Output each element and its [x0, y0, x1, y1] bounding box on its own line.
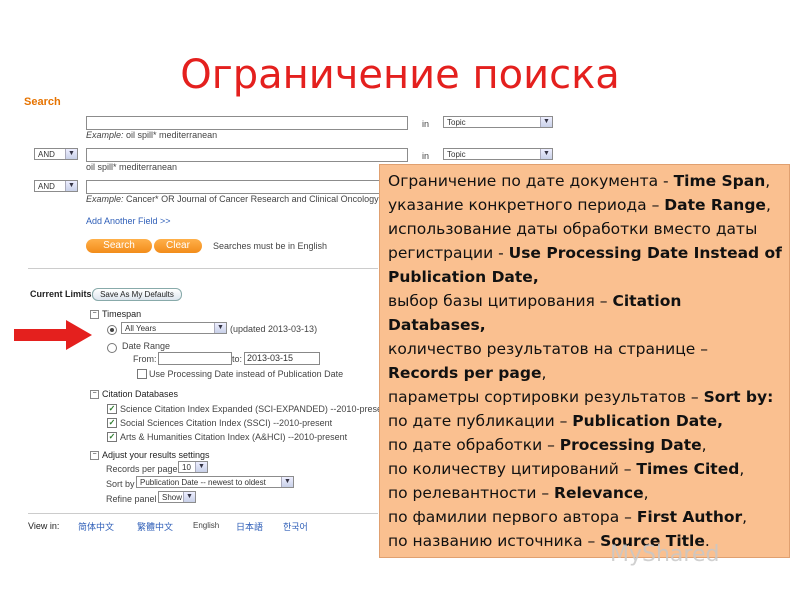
chevron-down-icon: ▼ — [195, 462, 207, 472]
citation-db-heading[interactable]: − Citation Databases — [90, 389, 178, 400]
search-button[interactable]: Search — [86, 239, 152, 253]
explanation-callout: Ограничение по дате документа - Time Spa… — [379, 164, 790, 558]
operator-select-2[interactable]: AND ▼ — [34, 148, 78, 160]
callout-line: по количеству цитирований – Times Cited, — [388, 460, 745, 478]
timespan-heading[interactable]: − Timespan — [90, 309, 141, 320]
view-in-label: View in: — [28, 521, 60, 531]
field-select-2[interactable]: Topic ▼ — [443, 148, 553, 160]
refine-label: Refine panel — [106, 494, 157, 504]
lang-link-ja[interactable]: 日本語 — [236, 520, 263, 533]
chevron-down-icon: ▼ — [540, 149, 552, 159]
refine-select[interactable]: Show ▼ — [158, 491, 196, 503]
slide-title: Ограничение поиска — [180, 52, 620, 98]
callout-line: параметры сортировки результатов – Sort … — [388, 388, 774, 406]
db-label-sci: Science Citation Index Expanded (SCI-EXP… — [120, 404, 390, 414]
chevron-down-icon: ▼ — [281, 477, 293, 487]
in-label-1: in — [422, 119, 430, 129]
lang-link-en[interactable]: English — [193, 521, 219, 530]
search-input-2[interactable] — [86, 148, 408, 162]
db-checkbox-sci[interactable]: ✓ — [107, 404, 117, 414]
lang-link-ko[interactable]: 한국어 — [283, 520, 308, 533]
to-label: to: — [232, 354, 243, 364]
processing-date-label: Use Processing Date instead of Publicati… — [149, 369, 344, 379]
collapse-icon[interactable]: − — [90, 390, 99, 400]
chevron-down-icon: ▼ — [65, 181, 77, 191]
lang-link-zh-hant[interactable]: 繁體中文 — [137, 520, 173, 533]
field-select-1[interactable]: Topic ▼ — [443, 116, 553, 128]
search-input-1[interactable] — [86, 116, 408, 130]
collapse-icon[interactable]: − — [90, 451, 99, 461]
chevron-down-icon: ▼ — [540, 117, 552, 127]
callout-line: по дате публикации – Publication Date, — [388, 412, 723, 430]
callout-line: по фамилии первого автора – First Author… — [388, 508, 748, 526]
callout-line: Publication Date, — [388, 268, 539, 286]
to-date-input[interactable]: 2013-03-15 — [244, 352, 320, 365]
collapse-icon[interactable]: − — [90, 310, 99, 320]
search-hint-1: Example: oil spill* mediterranean — [86, 130, 218, 140]
save-defaults-button[interactable]: Save As My Defaults — [92, 288, 182, 301]
add-field-link[interactable]: Add Another Field >> — [86, 216, 171, 226]
callout-line: регистрации - Use Processing Date Instea… — [388, 244, 782, 262]
watermark-logo: MyShared — [610, 542, 720, 567]
search-hint-2: oil spill* mediterranean — [86, 162, 178, 172]
callout-line: по дате обработки – Processing Date, — [388, 436, 707, 454]
search-hint-3: Example: Cancer* OR Journal of Cancer Re… — [86, 194, 379, 204]
records-select[interactable]: 10 ▼ — [178, 461, 208, 473]
records-label: Records per page — [106, 464, 178, 474]
callout-line: по названию источника – Source Title. — [388, 532, 710, 550]
english-note: Searches must be in English — [213, 241, 328, 251]
processing-date-checkbox[interactable] — [137, 369, 147, 379]
red-arrow-icon — [14, 320, 92, 350]
search-input-3[interactable] — [86, 180, 380, 194]
db-checkbox-ssci[interactable]: ✓ — [107, 418, 117, 428]
chevron-down-icon: ▼ — [183, 492, 195, 502]
date-range-radio[interactable] — [107, 343, 117, 353]
date-range-label: Date Range — [122, 341, 171, 351]
callout-line: выбор базы цитирования – Citation — [388, 292, 682, 310]
divider — [28, 513, 378, 514]
callout-line: указание конкретного периода – Date Rang… — [388, 196, 771, 214]
from-label: From: — [133, 354, 157, 364]
updated-note: (updated 2013-03-13) — [230, 324, 318, 334]
db-label-ssci: Social Sciences Citation Index (SSCI) --… — [120, 418, 333, 428]
adjust-settings-heading[interactable]: − Adjust your results settings — [90, 450, 210, 461]
current-limits-label: Current Limits: — [30, 289, 95, 299]
lang-link-zh-hans[interactable]: 简体中文 — [78, 520, 114, 533]
search-heading: Search — [24, 96, 61, 108]
db-label-ahci: Arts & Humanities Citation Index (A&HCI)… — [120, 432, 348, 442]
sort-label: Sort by — [106, 479, 135, 489]
operator-select-3[interactable]: AND ▼ — [34, 180, 78, 192]
divider — [28, 268, 378, 269]
db-checkbox-ahci[interactable]: ✓ — [107, 432, 117, 442]
callout-line: Ограничение по дате документа - Time Spa… — [388, 172, 771, 190]
in-label-2: in — [422, 151, 430, 161]
callout-line: по релевантности – Relevance, — [388, 484, 649, 502]
from-date-input[interactable] — [158, 352, 232, 365]
callout-line: Records per page, — [388, 364, 547, 382]
chevron-down-icon: ▼ — [214, 323, 226, 333]
all-years-radio[interactable] — [107, 325, 117, 335]
clear-button[interactable]: Clear — [154, 239, 202, 253]
callout-line: использование даты обработки вместо даты — [388, 220, 758, 238]
callout-line: количество результатов на странице – — [388, 340, 708, 358]
chevron-down-icon: ▼ — [65, 149, 77, 159]
sort-select[interactable]: Publication Date -- newest to oldest ▼ — [136, 476, 294, 488]
years-select[interactable]: All Years ▼ — [121, 322, 227, 334]
callout-line: Databases, — [388, 316, 486, 334]
